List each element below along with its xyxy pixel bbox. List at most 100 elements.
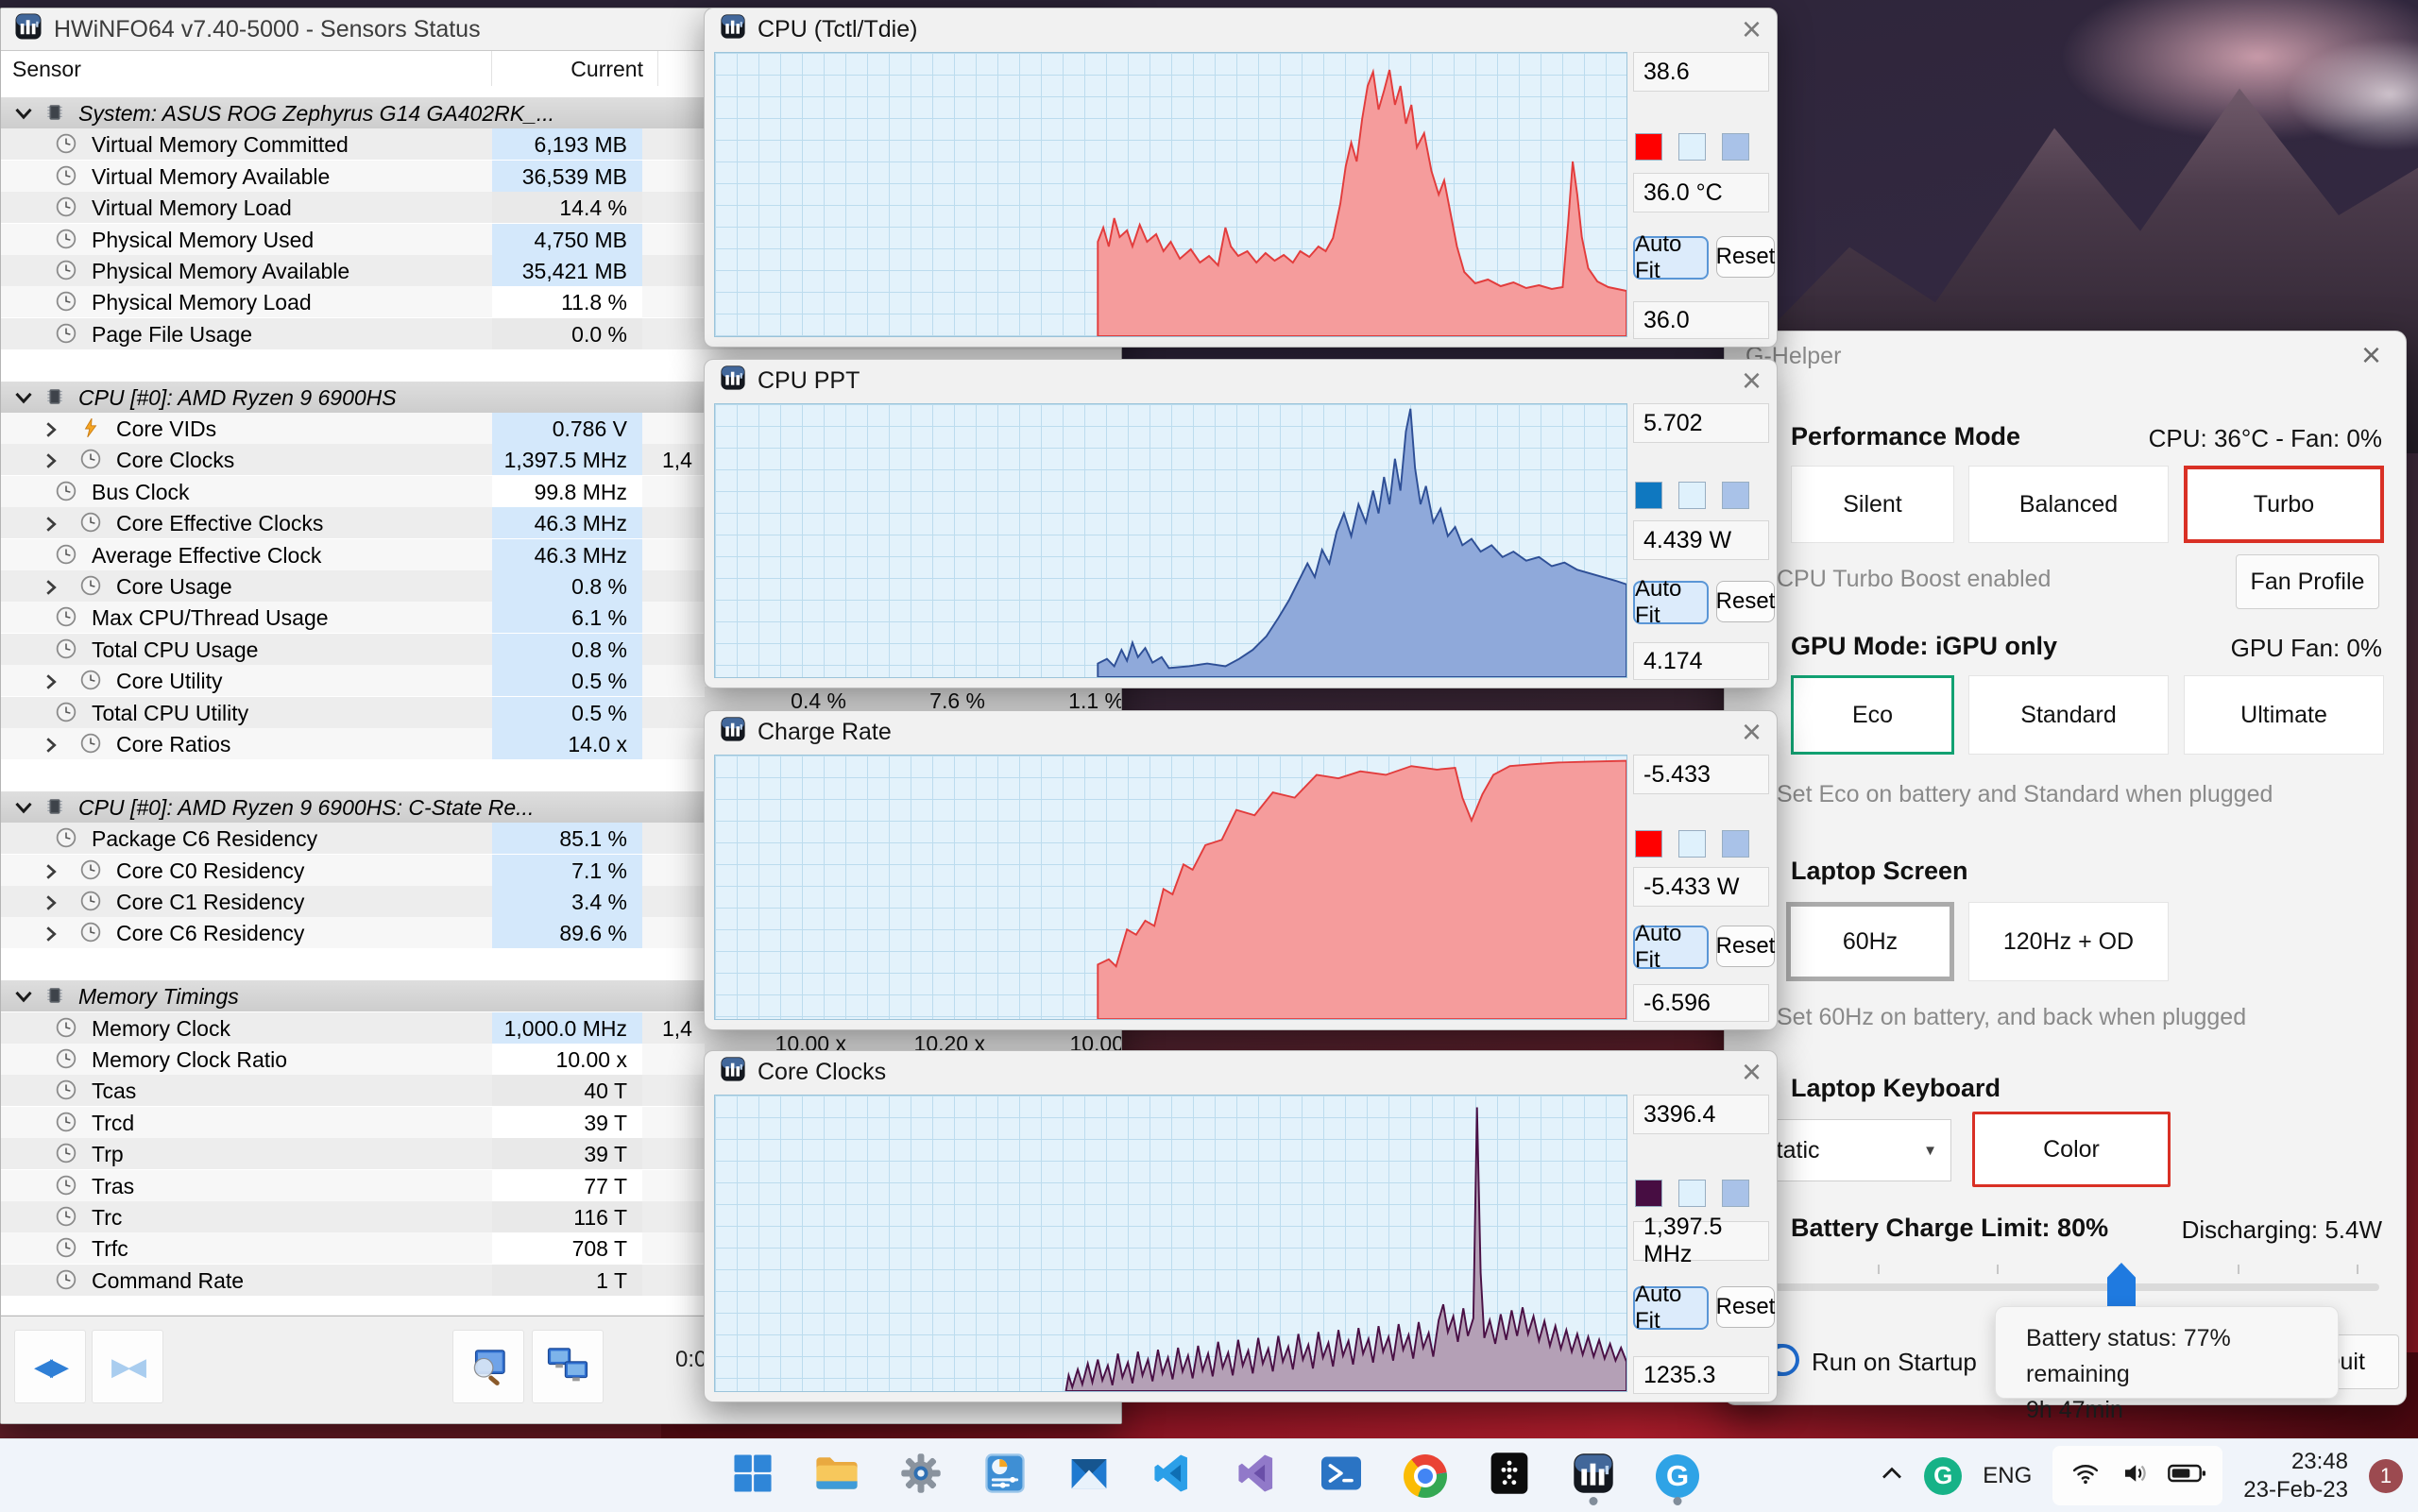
chevron-down-icon[interactable] xyxy=(14,797,33,816)
mode-balanced-button[interactable]: Balanced xyxy=(1968,466,2169,543)
graph-plot-area xyxy=(714,403,1627,678)
mode-silent-button[interactable]: Silent xyxy=(1791,466,1954,543)
sensor-current-value: 1 T xyxy=(492,1264,642,1296)
sensor-label: Core VIDs xyxy=(116,416,217,441)
taskbar-icon-explorer[interactable] xyxy=(808,1445,866,1507)
graph-title: Core Clocks xyxy=(758,1058,887,1085)
taskbar-icon-ghelper[interactable]: G xyxy=(1648,1445,1707,1507)
charge-limit-slider-thumb[interactable] xyxy=(2107,1263,2136,1312)
taskbar-icon-chrome[interactable] xyxy=(1396,1445,1455,1507)
series-color-swatch[interactable] xyxy=(1635,1180,1662,1207)
close-icon[interactable]: × xyxy=(2361,335,2381,375)
grid-color-swatch[interactable] xyxy=(1722,1180,1749,1207)
sensor-current-value: 36,539 MB xyxy=(492,160,642,192)
system-tray-group[interactable] xyxy=(2052,1446,2223,1505)
gpu-eco-button[interactable]: Eco xyxy=(1791,675,1954,755)
chevron-right-icon[interactable] xyxy=(43,734,61,753)
grid-color-swatch[interactable] xyxy=(1722,133,1749,161)
chevron-right-icon[interactable] xyxy=(43,671,61,689)
language-indicator[interactable]: ENG xyxy=(1983,1463,2032,1489)
chevron-down-icon[interactable] xyxy=(14,387,33,406)
gpu-standard-button[interactable]: Standard xyxy=(1968,675,2169,755)
keyboard-color-button[interactable]: Color xyxy=(1972,1112,2171,1187)
sensor-current-value: 46.3 MHz xyxy=(492,538,642,570)
table-min-max-avg-sliver: 0.4 % 7.6 % 1.1 % xyxy=(705,687,1121,712)
graph-titlebar[interactable]: Charge Rate × xyxy=(705,711,1777,753)
sensor-current-value: 11.8 % xyxy=(492,286,642,318)
taskbar-icon-system-monitor[interactable] xyxy=(976,1445,1034,1507)
graph-titlebar[interactable]: CPU (Tctl/Tdie) × xyxy=(705,8,1777,50)
notification-badge[interactable]: 1 xyxy=(2369,1458,2403,1493)
sensor-current-value: 6.1 % xyxy=(492,602,642,634)
auto-fit-button[interactable]: Auto Fit xyxy=(1633,1282,1709,1334)
column-header-sensor[interactable]: Sensor xyxy=(12,57,81,82)
expand-columns-button[interactable]: ◀▶ xyxy=(14,1330,86,1403)
close-icon[interactable]: × xyxy=(1742,12,1762,46)
collapse-columns-button[interactable]: ▶◀ xyxy=(92,1330,163,1403)
grid-color-swatch[interactable] xyxy=(1722,830,1749,858)
chevron-down-icon[interactable] xyxy=(14,986,33,1005)
series-color-swatch[interactable] xyxy=(1635,133,1662,161)
background-color-swatch[interactable] xyxy=(1678,482,1706,509)
reset-button[interactable]: Reset xyxy=(1716,926,1775,967)
auto-fit-button[interactable]: Auto Fit xyxy=(1633,576,1709,628)
collapse-arrows-icon: ▶◀ xyxy=(111,1351,146,1381)
graph-titlebar[interactable]: CPU PPT × xyxy=(705,360,1777,401)
fan-profile-button[interactable]: Fan Profile xyxy=(2236,554,2379,609)
background-color-swatch[interactable] xyxy=(1678,830,1706,858)
screen-capture-button[interactable] xyxy=(452,1330,524,1403)
chevron-down-icon: ▼ xyxy=(1923,1142,1937,1159)
refresh-60hz-button[interactable]: 60Hz xyxy=(1786,902,1954,981)
sensor-label: Trcd xyxy=(92,1110,135,1135)
window-title: HWiNFO64 v7.40-5000 - Sensors Status xyxy=(54,15,481,42)
remote-monitoring-button[interactable] xyxy=(532,1330,604,1403)
tray-grammarly-icon[interactable]: G xyxy=(1924,1456,1963,1495)
series-color-swatch[interactable] xyxy=(1635,830,1662,858)
chevron-right-icon[interactable] xyxy=(43,418,61,437)
graph-app-icon xyxy=(720,13,746,46)
taskbar-icon-powershell[interactable] xyxy=(1312,1445,1371,1507)
background-color-swatch[interactable] xyxy=(1678,133,1706,161)
reset-button[interactable]: Reset xyxy=(1716,236,1775,278)
chevron-down-icon[interactable] xyxy=(14,103,33,122)
sensor-label: Average Effective Clock xyxy=(92,542,322,568)
close-icon[interactable]: × xyxy=(1742,1055,1762,1089)
taskbar-icon-dots-app[interactable] xyxy=(1480,1445,1539,1507)
chevron-right-icon[interactable] xyxy=(43,513,61,532)
taskbar-icon-visual-studio[interactable] xyxy=(1228,1445,1286,1507)
reset-button[interactable]: Reset xyxy=(1716,581,1775,622)
tray-chevron-up-icon[interactable] xyxy=(1881,1466,1903,1486)
taskbar-icon-settings[interactable] xyxy=(892,1445,950,1507)
chevron-right-icon[interactable] xyxy=(43,576,61,595)
charge-limit-slider[interactable] xyxy=(1775,1283,2379,1291)
grid-color-swatch[interactable] xyxy=(1722,482,1749,509)
taskbar-icon-start[interactable] xyxy=(724,1445,782,1507)
graph-current-value: 1,397.5 MHz xyxy=(1633,1214,1769,1267)
column-header-current[interactable]: Current xyxy=(492,57,643,82)
graph-titlebar[interactable]: Core Clocks × xyxy=(705,1051,1777,1093)
refresh-120hz-button[interactable]: 120Hz + OD xyxy=(1968,902,2169,981)
graph-sidebar: -5.433 -5.433 W Auto Fit Reset -6.596 xyxy=(1633,755,1775,1022)
auto-fit-button[interactable]: Auto Fit xyxy=(1633,231,1709,283)
chevron-right-icon[interactable] xyxy=(43,450,61,469)
chevron-right-icon[interactable] xyxy=(43,860,61,879)
close-icon[interactable]: × xyxy=(1742,715,1762,749)
taskbar-icon-mail[interactable] xyxy=(1060,1445,1118,1507)
background-color-swatch[interactable] xyxy=(1678,1180,1706,1207)
reset-button[interactable]: Reset xyxy=(1716,1286,1775,1328)
mode-turbo-button[interactable]: Turbo xyxy=(2184,466,2384,543)
sensor-label: Virtual Memory Available xyxy=(92,163,331,189)
clock-gauge-icon xyxy=(80,512,101,538)
taskbar-icon-hwinfo[interactable] xyxy=(1564,1445,1623,1507)
chevron-right-icon[interactable] xyxy=(43,892,61,910)
auto-fit-button[interactable]: Auto Fit xyxy=(1633,921,1709,973)
close-icon[interactable]: × xyxy=(1742,364,1762,398)
chevron-right-icon[interactable] xyxy=(43,923,61,943)
graph-min-value: -6.596 xyxy=(1633,984,1769,1022)
ghelper-window: G-Helper × Performance Mode CPU: 36°C - … xyxy=(1724,331,2407,1423)
series-color-swatch[interactable] xyxy=(1635,482,1662,509)
taskbar-icon-vscode[interactable] xyxy=(1144,1445,1202,1507)
clock[interactable]: 23:48 23-Feb-23 xyxy=(2243,1448,2348,1504)
gpu-ultimate-button[interactable]: Ultimate xyxy=(2184,675,2384,755)
sensor-label: Trc xyxy=(92,1205,123,1230)
